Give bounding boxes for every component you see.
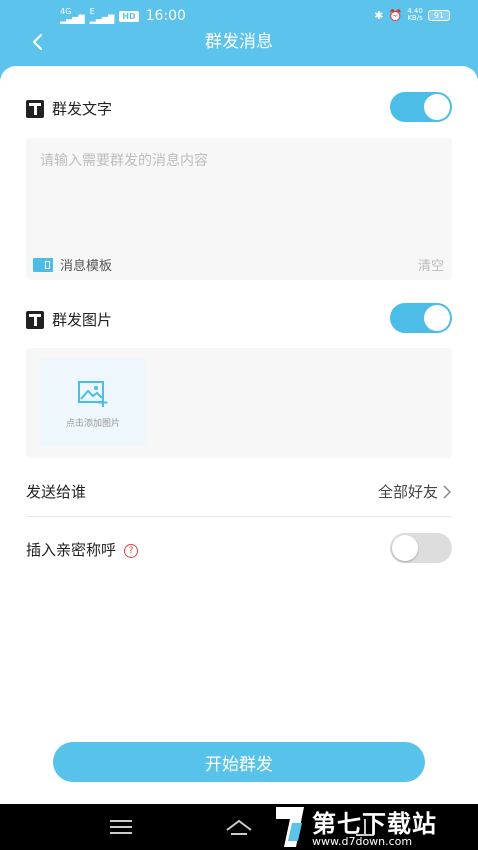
watermark-text: 第七下载站 (312, 810, 437, 838)
status-right: ✱ ⏰ 4.40 KB/s 91 (374, 8, 450, 22)
send-to-label: 发送给谁 (26, 483, 87, 501)
status-bar: 4G ▂▄▆█ E ▂▄▆█ HD 16:00 ✱ ⏰ 4.40 KB/s 91 (0, 0, 478, 30)
send-to-row[interactable]: 发送给谁 全部好友 (26, 481, 452, 502)
status-time: 16:00 (145, 8, 186, 24)
text-section-header: 群发文字 (26, 98, 112, 119)
image-section-toggle[interactable] (390, 303, 452, 333)
signal-e-icon: E ▂▄▆█ (89, 7, 115, 24)
nickname-row: 插入亲密称呼? (26, 539, 452, 560)
template-button[interactable]: 消息模板 (33, 255, 112, 274)
image-section-title: 群发图片 (52, 311, 113, 329)
toggle-knob (392, 535, 418, 561)
image-type-icon (26, 310, 44, 329)
message-input[interactable] (26, 138, 452, 248)
add-image-button[interactable]: 点击添加图片 (40, 358, 146, 446)
message-box: 消息模板 清空 (26, 138, 452, 280)
start-broadcast-button[interactable]: 开始群发 (53, 742, 425, 782)
image-box: 点击添加图片 (26, 348, 452, 458)
nickname-toggle[interactable] (390, 533, 452, 563)
text-section-title: 群发文字 (52, 100, 113, 118)
menu-icon[interactable] (106, 816, 136, 838)
template-icon (33, 257, 53, 272)
watermark: 第七下载站 www.d7down.com (272, 804, 472, 850)
home-icon[interactable] (224, 816, 254, 838)
text-type-icon (26, 99, 44, 118)
net-speed: 4.40 KB/s (407, 7, 423, 22)
title-bar: 群发消息 (0, 30, 478, 66)
nickname-label: 插入亲密称呼 (26, 541, 117, 559)
divider (26, 516, 452, 517)
chevron-right-icon (443, 484, 452, 499)
help-icon[interactable]: ? (124, 544, 139, 558)
send-to-value: 全部好友 (377, 483, 438, 501)
watermark-logo-icon (276, 807, 304, 847)
clear-button[interactable]: 清空 (418, 255, 444, 274)
watermark-url: www.d7down.com (312, 835, 413, 848)
alarm-icon: ⏰ (388, 8, 403, 22)
status-left: 4G ▂▄▆█ E ▂▄▆█ HD 16:00 (60, 7, 186, 25)
content-card: 群发文字 消息模板 清空 群发图片 点击添加图片 发送给谁 全部好友 (0, 66, 478, 804)
toggle-knob (424, 94, 450, 120)
toggle-knob (424, 305, 450, 331)
hd-badge: HD (119, 10, 139, 22)
signal-4g-icon: 4G ▂▄▆█ (60, 7, 85, 24)
add-image-label: 点击添加图片 (65, 419, 120, 429)
battery-icon: 91 (427, 9, 450, 21)
system-nav-bar: 第七下载站 www.d7down.com (0, 804, 478, 850)
image-section-header: 群发图片 (26, 309, 112, 330)
page-title: 群发消息 (205, 32, 273, 52)
template-label: 消息模板 (60, 259, 113, 274)
add-image-icon (78, 381, 108, 407)
text-section-toggle[interactable] (390, 92, 452, 122)
bluetooth-icon: ✱ (374, 8, 384, 22)
send-to-value-group: 全部好友 (378, 481, 452, 502)
